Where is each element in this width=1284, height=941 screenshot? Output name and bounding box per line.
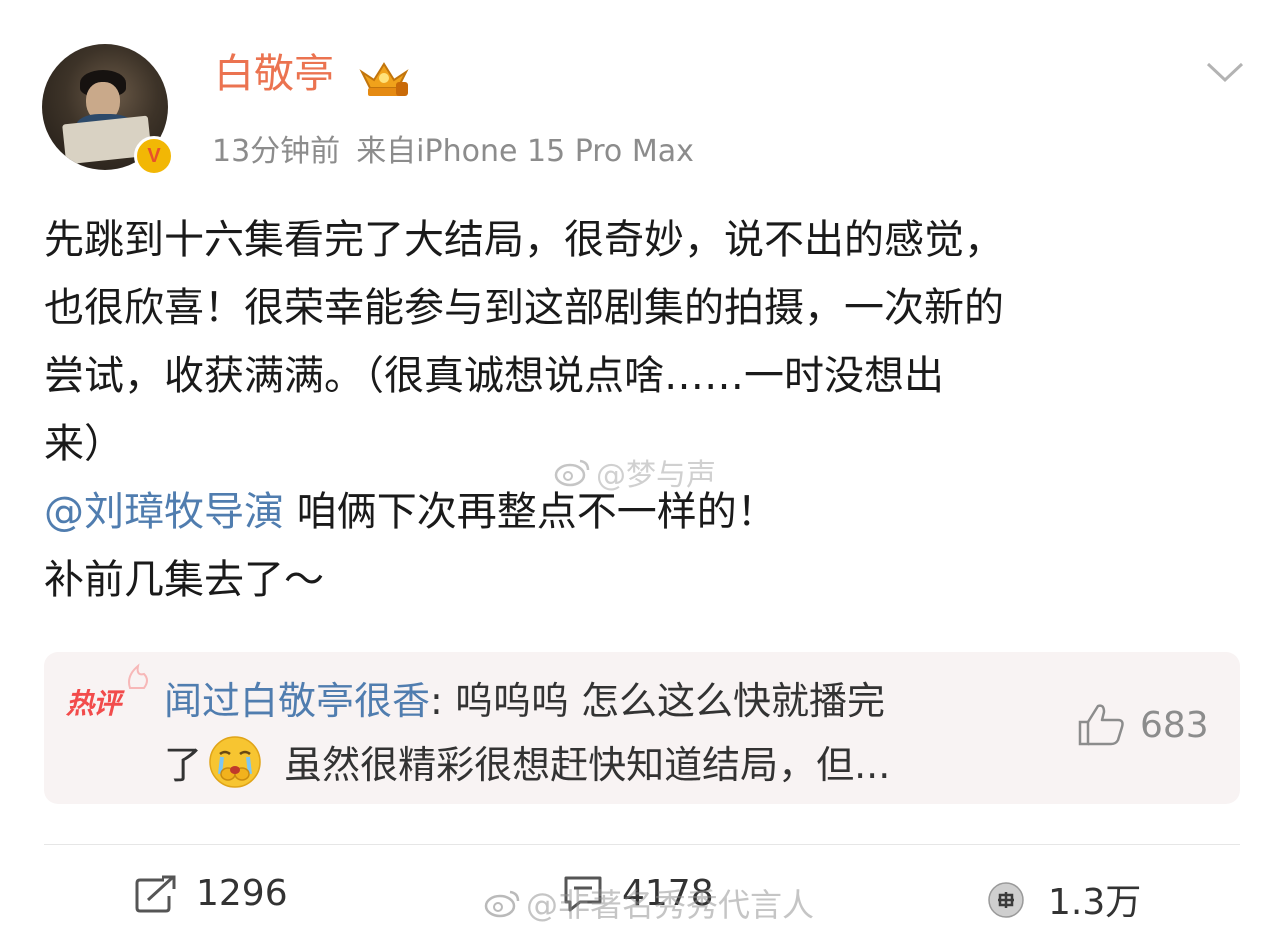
like-button[interactable]: 1.3万 — [986, 873, 1141, 925]
content-line: 先跳到十六集看完了大结局，很奇妙，说不出的感觉， — [44, 217, 1004, 263]
post-header: V 白敬亭 13分钟前 来自iPhone 15 Pro Max — [0, 0, 1284, 190]
thumbs-up-icon — [1078, 704, 1124, 746]
watermark-bottom: @非著名秀秀代言人 — [484, 880, 814, 926]
repost-button[interactable]: 1296 — [134, 873, 288, 914]
mention-tail: 咱俩下次再整点不一样的！ — [284, 489, 777, 535]
watermark-top-text: @梦与声 — [596, 458, 716, 493]
watermark-bottom-text: @非著名秀秀代言人 — [526, 886, 815, 924]
verified-badge-icon: V — [134, 136, 174, 176]
hot-comment-like-button[interactable]: 683 — [1076, 702, 1209, 748]
hot-comment-body: 虽然很精彩很想赶快知道结局，但... — [272, 743, 891, 787]
crown-icon[interactable] — [356, 58, 412, 100]
post-content: 先跳到十六集看完了大结局，很奇妙，说不出的感觉， 也很欣喜！很荣幸能参与到这部剧… — [44, 206, 1240, 614]
crying-emoji-icon — [209, 736, 261, 788]
repost-icon — [135, 875, 176, 912]
like-icon — [988, 882, 1024, 918]
chevron-down-icon[interactable] — [1204, 56, 1246, 86]
hot-comment-user[interactable]: 闻过白敬亭很香 — [164, 679, 430, 723]
content-line: 补前几集去了～ — [44, 557, 324, 603]
weibo-logo-icon — [484, 890, 520, 918]
like-count: 1.3万 — [1048, 882, 1142, 923]
hot-comment-body: 了 — [164, 743, 203, 787]
content-line: 也很欣喜！很荣幸能参与到这部剧集的拍摄，一次新的 — [44, 285, 1004, 331]
content-line: 尝试，收获满满。（很真诚想说点啥……一时没想出 — [44, 353, 944, 399]
repost-count: 1296 — [196, 873, 288, 914]
hot-comment-tag: 热评 — [66, 687, 121, 720]
post-time: 13分钟前 — [212, 134, 341, 169]
mention-link[interactable]: @刘璋牧导演 — [44, 489, 284, 535]
weibo-logo-icon — [554, 459, 590, 487]
hot-comment-like-count: 683 — [1140, 704, 1209, 746]
hot-comment-body: : 呜呜呜 怎么这么快就播完 — [430, 679, 885, 723]
flame-icon — [128, 663, 148, 689]
watermark-top: @梦与声 — [554, 450, 716, 494]
username[interactable]: 白敬亭 — [214, 52, 334, 96]
hot-comment-text: 闻过白敬亭很香: 呜呜呜 怎么这么快就播完 了 虽然很精彩很想赶快知道结局，但.… — [164, 670, 1044, 796]
post-meta: 13分钟前 来自iPhone 15 Pro Max — [212, 126, 694, 170]
avatar[interactable]: V — [42, 44, 174, 176]
post-source: 来自iPhone 15 Pro Max — [356, 134, 694, 169]
hot-comment[interactable]: 热评 闻过白敬亭很香: 呜呜呜 怎么这么快就播完 了 虽然很精彩很想赶快知道结局… — [44, 652, 1240, 804]
